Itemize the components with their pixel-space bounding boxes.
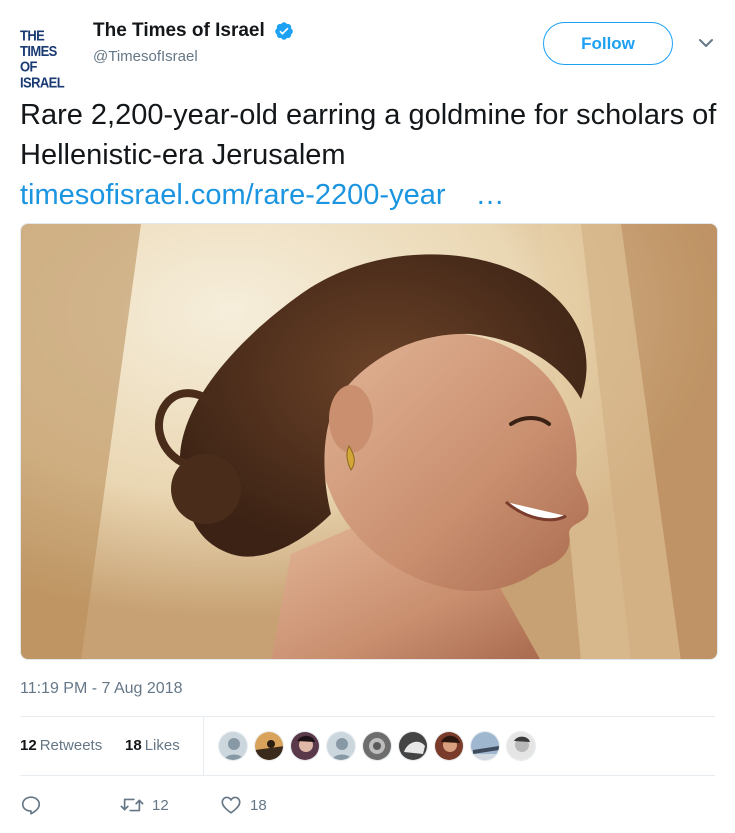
reply-action[interactable] xyxy=(20,790,50,820)
photo-illustration xyxy=(21,224,717,659)
tweet-text: Rare 2,200-year-old earring a goldmine f… xyxy=(20,99,717,171)
stats-separator xyxy=(203,717,204,775)
tweet-stats: 12 Retweets 18 Likes xyxy=(20,717,715,775)
tweet-link-ellipsis: … xyxy=(475,179,505,211)
tweet-body: Rare 2,200-year-old earring a goldmine f… xyxy=(20,95,720,215)
tweet-link[interactable]: timesofisrael.com/rare-2200-year … xyxy=(20,175,720,215)
tweet-timestamp[interactable]: 11:19 PM - 7 Aug 2018 xyxy=(20,680,182,698)
avatar[interactable] xyxy=(470,731,500,761)
retweets-label: Retweets xyxy=(39,737,103,754)
tweet-header: THE TIMES OF ISRAEL The Times of Israel … xyxy=(0,0,735,90)
tweet-actions: 12 18 xyxy=(20,790,715,820)
avatar[interactable] xyxy=(398,731,428,761)
logo-line-1: THE TIMES xyxy=(20,26,57,60)
heart-icon xyxy=(221,796,241,814)
avatar[interactable] xyxy=(254,731,284,761)
avatar[interactable] xyxy=(362,731,392,761)
avatar[interactable] xyxy=(290,731,320,761)
reply-icon xyxy=(21,796,41,815)
retweets-count: 12 xyxy=(20,737,37,754)
account-handle[interactable]: @TimesofIsrael xyxy=(93,48,294,65)
retweets-stat[interactable]: 12 Retweets xyxy=(20,737,102,754)
likes-stat[interactable]: 18 Likes xyxy=(125,737,180,754)
likes-count: 18 xyxy=(125,737,142,754)
account-logo[interactable]: THE TIMES OF ISRAEL xyxy=(20,26,80,91)
retweet-count: 12 xyxy=(152,796,169,814)
retweet-icon xyxy=(120,798,144,812)
chevron-down-icon[interactable] xyxy=(697,36,715,50)
avatar[interactable] xyxy=(218,731,248,761)
like-count: 18 xyxy=(250,796,267,814)
tweet-photo[interactable] xyxy=(20,223,718,660)
follow-button[interactable]: Follow xyxy=(543,22,673,65)
avatar[interactable] xyxy=(506,731,536,761)
retweet-action[interactable]: 12 xyxy=(120,790,169,820)
likes-label: Likes xyxy=(144,737,180,754)
avatar[interactable] xyxy=(434,731,464,761)
avatar[interactable] xyxy=(326,731,356,761)
like-action[interactable]: 18 xyxy=(220,790,267,820)
display-name[interactable]: The Times of Israel xyxy=(93,20,265,42)
logo-line-2: OF ISRAEL xyxy=(20,58,65,91)
account-name-block[interactable]: The Times of Israel @TimesofIsrael xyxy=(93,20,294,65)
verified-badge-icon xyxy=(275,22,293,40)
tweet-link-text: timesofisrael.com/rare-2200-year xyxy=(20,179,446,211)
divider-bottom xyxy=(20,775,715,776)
